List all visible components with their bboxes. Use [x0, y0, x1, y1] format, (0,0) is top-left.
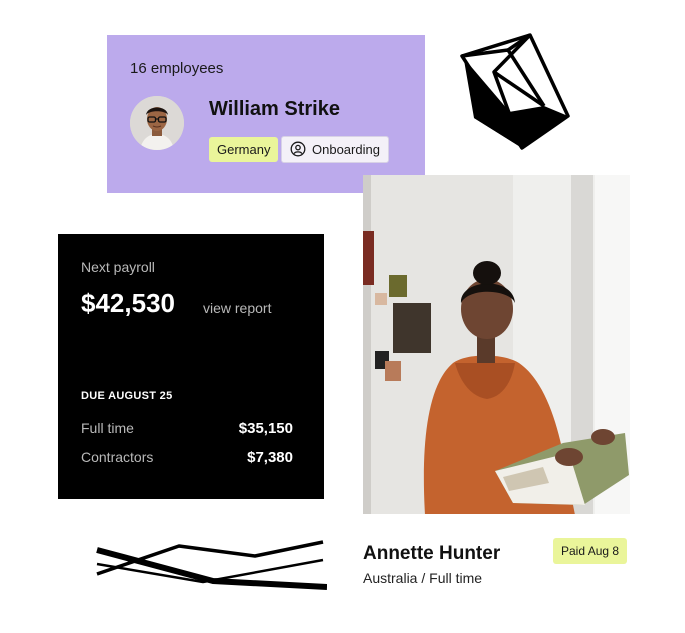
payroll-card: Next payroll $42,530 view report DUE AUG…	[58, 234, 324, 499]
row-value: $7,380	[247, 449, 293, 466]
row-value: $35,150	[238, 420, 293, 437]
user-circle-icon	[290, 141, 306, 157]
row-label: Contractors	[81, 449, 154, 465]
person-name: Annette Hunter	[363, 543, 501, 564]
person-photo	[363, 175, 630, 514]
person-location-type: Australia / Full time	[363, 570, 483, 586]
avatar-portrait	[130, 96, 184, 150]
status-tag-label: Onboarding	[312, 142, 380, 157]
payroll-amount: $42,530	[81, 288, 175, 318]
employee-card[interactable]: 16 employees William Strike Germany Onbo…	[107, 35, 425, 193]
employee-count: 16 employees	[130, 60, 224, 77]
geometric-shape-decoration	[460, 33, 570, 150]
scribble-lines-decoration	[96, 540, 327, 590]
composition-canvas: 16 employees William Strike Germany Onbo…	[0, 0, 685, 633]
row-label: Full time	[81, 420, 134, 436]
payroll-row-full-time: Full time $35,150	[81, 420, 293, 440]
due-date-heading: DUE AUGUST 25	[81, 390, 173, 402]
payroll-row-contractors: Contractors $7,380	[81, 449, 293, 469]
person-photo-illustration	[363, 175, 630, 514]
payroll-label: Next payroll	[81, 259, 155, 275]
avatar	[130, 96, 184, 150]
employee-name: William Strike	[209, 98, 340, 120]
country-tag: Germany	[209, 137, 279, 162]
paid-status-badge: Paid Aug 8	[553, 538, 628, 564]
view-report-link[interactable]: view report	[203, 300, 271, 316]
status-tag[interactable]: Onboarding	[281, 136, 389, 163]
